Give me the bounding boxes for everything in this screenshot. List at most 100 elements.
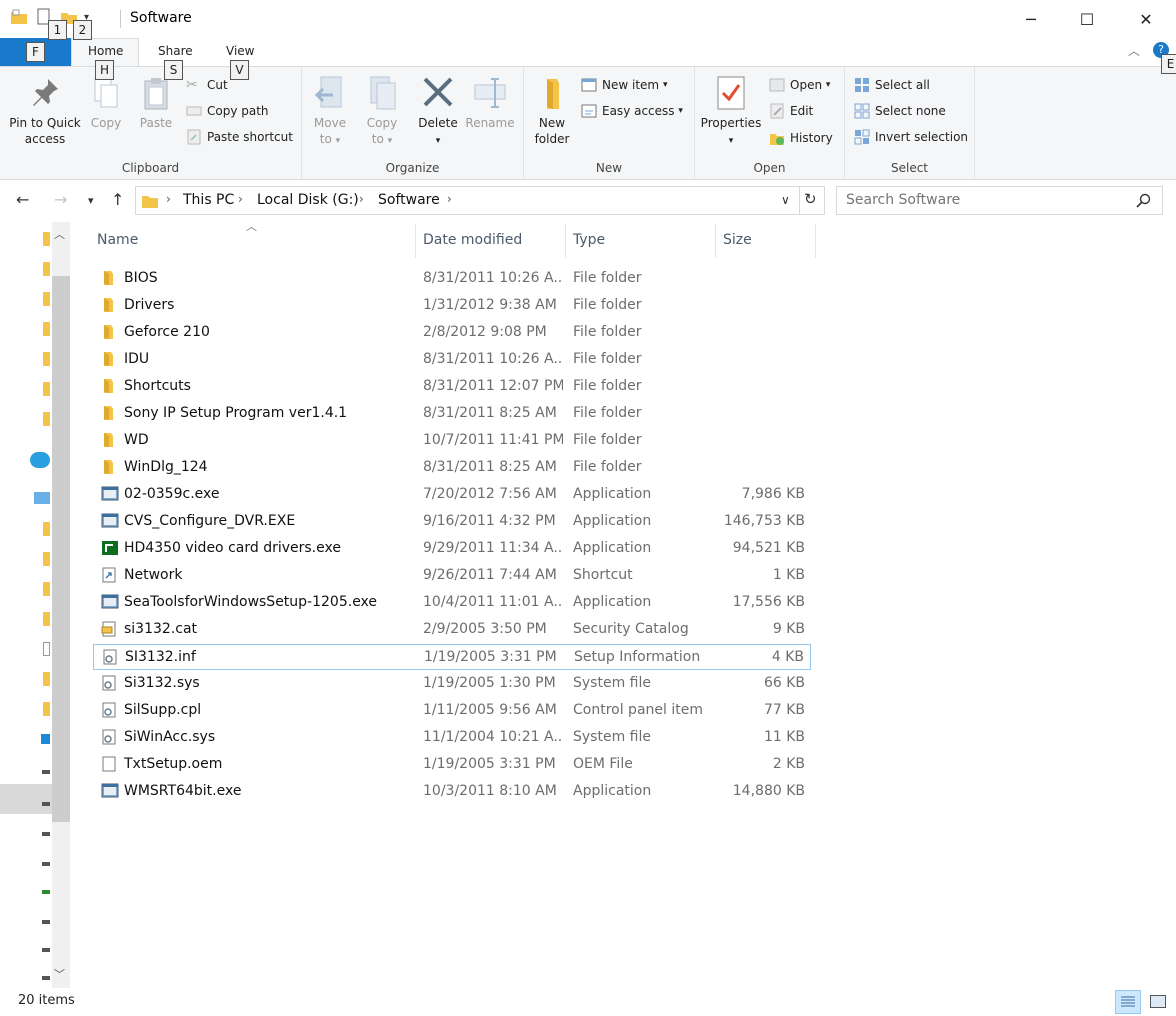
nav-folder-icon[interactable] <box>43 382 50 396</box>
drive-icon[interactable] <box>42 920 50 924</box>
paste-shortcut-button[interactable]: Paste shortcut <box>186 127 293 147</box>
file-row[interactable]: si3132.cat 2/9/2005 3:50 PM Security Catal… <box>93 617 811 643</box>
nav-folder-icon[interactable] <box>43 232 50 246</box>
breadcrumb-this-pc[interactable]: This PC <box>183 192 234 208</box>
file-row[interactable]: Geforce 210 2/8/2012 9:08 PM File folder <box>93 320 811 346</box>
open-button[interactable]: Open ▾ <box>769 75 830 95</box>
nav-folder-icon[interactable] <box>43 262 50 276</box>
large-icons-view-button[interactable] <box>1145 990 1171 1014</box>
drive-icon[interactable] <box>42 890 50 894</box>
tab-share[interactable]: Share <box>158 44 193 58</box>
address-history-chevron-icon[interactable]: ∨ <box>781 193 790 207</box>
address-bar[interactable]: › This PC › Local Disk (G:) › Software ›… <box>135 186 825 215</box>
select-all-button[interactable]: Select all <box>854 75 930 95</box>
drive-icon[interactable] <box>42 862 50 866</box>
easy-access-button[interactable]: Easy access ▾ <box>581 101 683 121</box>
maximize-button[interactable]: ☐ <box>1058 0 1116 38</box>
minimize-button[interactable]: ─ <box>1002 0 1060 38</box>
select-none-button[interactable]: Select none <box>854 101 946 121</box>
details-view-button[interactable] <box>1115 990 1141 1014</box>
move-to-button[interactable]: Move to ▾ <box>310 75 350 149</box>
collapse-ribbon-chevron-icon[interactable]: ︿ <box>1128 42 1140 59</box>
file-row[interactable]: Network 9/26/2011 7:44 AM Shortcut 1 KB <box>93 563 811 589</box>
back-arrow-icon[interactable]: ← <box>16 190 29 209</box>
nav-selected-item[interactable] <box>0 784 52 814</box>
file-row[interactable]: BIOS 8/31/2011 10:26 A... File folder <box>93 266 811 292</box>
paste-icon <box>139 75 173 111</box>
refresh-icon[interactable]: ↻ <box>804 190 817 208</box>
column-header-name[interactable]: Name <box>97 232 138 248</box>
nav-folder-icon[interactable] <box>43 582 50 596</box>
column-header-size[interactable]: Size <box>723 232 752 248</box>
delete-button[interactable]: Delete ▾ <box>416 75 460 149</box>
copy-path-button[interactable]: Copy path <box>186 101 269 121</box>
invert-selection-button[interactable]: Invert selection <box>854 127 968 147</box>
new-folder-button[interactable]: New folder <box>530 75 574 147</box>
up-arrow-icon[interactable]: ↑ <box>111 190 124 209</box>
file-row[interactable]: Shortcuts 8/31/2011 12:07 PM File folder <box>93 374 811 400</box>
file-row[interactable]: CVS_Configure_DVR.EXE 9/16/2011 4:32 PM Ap… <box>93 509 811 535</box>
file-name: SI3132.inf <box>125 649 196 665</box>
nav-folder-icon[interactable] <box>43 412 50 426</box>
breadcrumb-local-disk[interactable]: Local Disk (G:) <box>257 192 359 208</box>
history-button[interactable]: History <box>769 128 833 148</box>
nav-document-icon[interactable] <box>43 642 50 656</box>
file-row[interactable]: SeaToolsforWindowsSetup-1205.exe 10/4/201… <box>93 590 811 616</box>
paste-button[interactable]: Paste <box>134 75 178 131</box>
file-row[interactable]: HD4350 video card drivers.exe 9/29/2011 1… <box>93 536 811 562</box>
column-divider[interactable] <box>815 224 816 258</box>
nav-folder-icon[interactable] <box>43 702 50 716</box>
file-row[interactable]: SI3132.inf 1/19/2005 3:31 PM Setup Informa… <box>93 644 811 670</box>
drive-icon[interactable] <box>42 770 50 774</box>
rename-button[interactable]: Rename <box>464 75 516 131</box>
copy-button[interactable]: Copy <box>86 75 126 131</box>
file-row[interactable]: SilSupp.cpl 1/11/2005 9:56 AM Control pane… <box>93 698 811 724</box>
file-row[interactable]: Si3132.sys 1/19/2005 1:30 PM System file 66… <box>93 671 811 697</box>
file-row[interactable]: SiWinAcc.sys 11/1/2004 10:21 A... System f… <box>93 725 811 751</box>
file-row[interactable]: TxtSetup.oem 1/19/2005 3:31 PM OEM File 2 K… <box>93 752 811 778</box>
nav-folder-icon[interactable] <box>43 292 50 306</box>
windows-drive-icon[interactable] <box>41 734 50 744</box>
search-input[interactable] <box>846 192 1126 208</box>
tab-view[interactable]: View <box>226 44 254 58</box>
nav-folder-icon[interactable] <box>43 612 50 626</box>
recent-locations-chevron-icon[interactable]: ▾ <box>88 194 94 207</box>
this-pc-icon[interactable] <box>34 492 50 504</box>
nav-folder-icon[interactable] <box>43 522 50 536</box>
new-item-button[interactable]: New item ▾ <box>581 75 667 95</box>
column-divider[interactable] <box>715 224 716 258</box>
nav-scrollbar-thumb[interactable] <box>52 276 70 822</box>
drive-icon[interactable] <box>42 832 50 836</box>
forward-arrow-icon[interactable]: → <box>54 190 67 209</box>
properties-button[interactable]: Properties ▾ <box>699 75 763 149</box>
pin-to-quick-access-button[interactable]: Pin to Quick access <box>6 75 84 147</box>
file-row[interactable]: Sony IP Setup Program ver1.4.1 8/31/2011 … <box>93 401 811 427</box>
scroll-down-icon[interactable]: ﹀ <box>54 966 65 982</box>
file-row[interactable]: WinDlg_124 8/31/2011 8:25 AM File folder <box>93 455 811 481</box>
search-icon[interactable] <box>1136 193 1152 209</box>
scroll-up-icon[interactable]: ︿ <box>54 226 65 242</box>
column-header-type[interactable]: Type <box>573 232 605 248</box>
nav-folder-icon[interactable] <box>43 352 50 366</box>
edit-button[interactable]: Edit <box>769 101 813 121</box>
file-row[interactable]: WMSRT64bit.exe 10/3/2011 8:10 AM Applicati… <box>93 779 811 805</box>
file-row[interactable]: WD 10/7/2011 11:41 PM File folder <box>93 428 811 454</box>
file-row[interactable]: Drivers 1/31/2012 9:38 AM File folder <box>93 293 811 319</box>
drive-icon[interactable] <box>42 802 50 806</box>
column-header-date[interactable]: Date modified <box>423 232 522 248</box>
nav-folder-icon[interactable] <box>43 552 50 566</box>
file-row[interactable]: IDU 8/31/2011 10:26 A... File folder <box>93 347 811 373</box>
close-button[interactable]: ✕ <box>1117 0 1175 38</box>
file-row[interactable]: 02-0359c.exe 7/20/2012 7:56 AM Application… <box>93 482 811 508</box>
onedrive-icon[interactable] <box>30 452 50 468</box>
column-divider[interactable] <box>415 224 416 258</box>
column-divider[interactable] <box>565 224 566 258</box>
search-box[interactable] <box>836 186 1163 215</box>
copy-to-button[interactable]: Copy to ▾ <box>362 75 402 149</box>
nav-folder-icon[interactable] <box>43 322 50 336</box>
breadcrumb-software[interactable]: Software <box>378 192 440 208</box>
drive-icon[interactable] <box>42 976 50 980</box>
nav-folder-icon[interactable] <box>43 672 50 686</box>
cut-button[interactable]: ✂ Cut <box>186 75 228 95</box>
drive-icon[interactable] <box>42 948 50 952</box>
